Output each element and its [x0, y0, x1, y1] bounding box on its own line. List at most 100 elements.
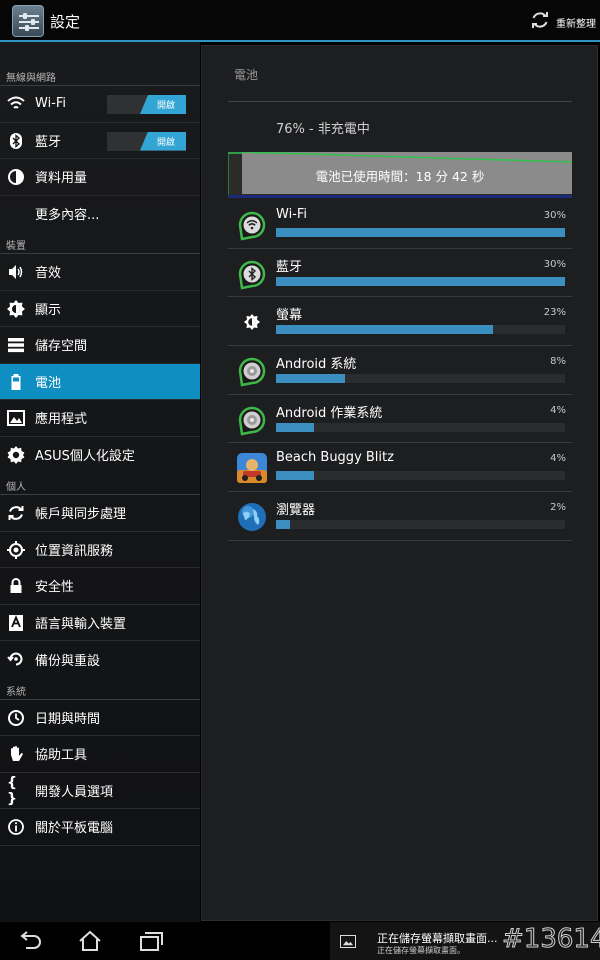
sidebar-item-accessibility[interactable]: 協助工具: [0, 736, 200, 773]
battery-status: 76% - 非充電中: [276, 122, 370, 137]
back-icon[interactable]: [17, 930, 43, 952]
battery-usage-list: Wi-Fi 30% 藍牙 30% 螢幕 23% Android 系統 8% An…: [228, 200, 572, 541]
section-header-system: 系統: [0, 682, 200, 700]
toggle-on-label: 開啟: [140, 95, 186, 114]
sidebar-item-apps[interactable]: 應用程式: [0, 400, 200, 437]
battery-icon: [11, 373, 21, 390]
usage-bar: [276, 520, 291, 530]
battery-history-graph[interactable]: 電池已使用時間：18 分 42 秒: [228, 152, 572, 198]
sidebar-item-developer-options[interactable]: { } 開發人員選項: [0, 773, 200, 809]
info-icon: [8, 819, 24, 835]
sidebar-item-about-tablet[interactable]: 關於平板電腦: [0, 809, 200, 846]
wifi-app-icon: [238, 211, 266, 241]
usage-app-name: 瀏覽器: [276, 503, 316, 519]
sidebar-item-display[interactable]: 顯示: [0, 291, 200, 327]
sidebar-item-label: 資料用量: [35, 171, 88, 187]
sidebar-item-battery[interactable]: 電池: [0, 363, 200, 400]
settings-app-icon[interactable]: [12, 5, 44, 37]
usage-bar: [276, 471, 314, 481]
sidebar-item-data-usage[interactable]: 資料用量: [0, 159, 200, 196]
sidebar-item-label: ASUS個人化設定: [35, 449, 135, 465]
battery-panel: 電池 76% - 非充電中 電池已使用時間：18 分 42 秒 Wi-Fi 30…: [201, 45, 598, 921]
section-header-wireless: 無線與網路: [0, 68, 200, 86]
usage-app-name: Android 作業系統: [276, 405, 383, 421]
usage-bar-track: [276, 374, 565, 384]
refresh-button[interactable]: 重新整理: [556, 15, 596, 30]
image-icon: [340, 935, 356, 948]
game-app-icon: [237, 453, 267, 484]
recent-apps-icon[interactable]: [138, 930, 164, 952]
sidebar-item-label: 應用程式: [35, 412, 88, 428]
notification-title: 正在儲存螢幕擷取畫面...: [377, 932, 498, 945]
usage-bar: [276, 325, 493, 335]
battery-usage-time: 電池已使用時間：18 分 42 秒: [315, 169, 485, 184]
usage-app-name: Beach Buggy Blitz: [276, 450, 394, 466]
usage-row-bluetooth[interactable]: 藍牙 30%: [228, 249, 572, 298]
sidebar-item-label: 儲存空間: [35, 339, 88, 355]
usage-percent: 4%: [550, 453, 566, 465]
usage-percent: 8%: [550, 356, 566, 368]
sidebar-item-accounts-sync[interactable]: 帳戶與同步處理: [0, 495, 200, 532]
usage-row-android-os[interactable]: Android 作業系統 4%: [228, 395, 572, 444]
lock-icon: [10, 578, 22, 593]
sidebar-item-security[interactable]: 安全性: [0, 568, 200, 605]
usage-row-wifi[interactable]: Wi-Fi 30%: [228, 200, 572, 249]
sidebar-item-label: 音效: [35, 266, 62, 282]
sidebar-item-label: 協助工具: [35, 748, 88, 764]
sidebar-item-wifi[interactable]: Wi-Fi 開啟: [0, 86, 200, 123]
usage-percent: 30%: [543, 258, 566, 270]
usage-row-screen[interactable]: 螢幕 23%: [228, 297, 572, 347]
sidebar-item-date-time[interactable]: 日期與時間: [0, 700, 200, 736]
wifi-icon: [7, 96, 25, 109]
sidebar-item-asus-customized[interactable]: ASUS個人化設定: [0, 437, 200, 474]
sidebar-item-label: 備份與重設: [35, 653, 101, 669]
usage-app-name: Wi-Fi: [276, 207, 308, 222]
android-system-icon: [238, 357, 266, 387]
sidebar-item-more[interactable]: 更多內容...: [0, 196, 200, 233]
usage-percent: 30%: [543, 210, 566, 221]
gear-icon: [7, 445, 25, 464]
backup-icon: [7, 652, 23, 666]
usage-row-browser[interactable]: 瀏覽器 2%: [228, 492, 572, 541]
sidebar-item-backup-reset[interactable]: 備份與重設: [0, 641, 200, 678]
sidebar-item-label: Wi-Fi: [35, 96, 67, 112]
sidebar-item-label: 帳戶與同步處理: [35, 507, 127, 523]
braces-icon: { }: [7, 774, 17, 807]
sidebar-item-label: 關於平板電腦: [35, 821, 114, 837]
sidebar-item-label: 顯示: [35, 302, 62, 318]
sidebar-item-sound[interactable]: 音效: [0, 254, 200, 291]
toggle-on-label: 開啟: [140, 131, 186, 151]
usage-bar-track: [276, 471, 565, 481]
screen-brightness-icon: [244, 314, 260, 331]
bluetooth-toggle[interactable]: 開啟: [107, 131, 186, 151]
sidebar-item-language-input[interactable]: 語言與輸入裝置: [0, 605, 200, 641]
sidebar-item-label: 位置資訊服務: [35, 543, 114, 559]
usage-percent: 2%: [550, 502, 566, 514]
location-icon: [7, 540, 25, 559]
usage-bar-track: [276, 422, 565, 432]
clock-icon: [8, 709, 24, 726]
wifi-toggle[interactable]: 開啟: [107, 95, 186, 114]
settings-sidebar: 無線與網路 Wi-Fi 開啟 藍牙 開啟 資料用量 更多內容... 裝置 音效 …: [0, 42, 200, 922]
sync-icon: [8, 506, 24, 520]
usage-row-android-system[interactable]: Android 系統 8%: [228, 346, 572, 395]
usage-bar: [276, 276, 565, 286]
sidebar-item-label: 更多內容...: [35, 208, 100, 224]
app-title: 設定: [50, 13, 81, 31]
usage-row-beach-buggy-blitz[interactable]: Beach Buggy Blitz 4%: [228, 443, 572, 493]
sidebar-item-label: 開發人員選項: [35, 784, 114, 800]
usage-app-name: Android 系統: [276, 357, 357, 373]
sidebar-item-label: 藍牙: [35, 134, 62, 150]
home-icon[interactable]: [77, 930, 103, 952]
storage-icon: [8, 338, 24, 353]
sidebar-item-storage[interactable]: 儲存空間: [0, 327, 200, 364]
refresh-icon[interactable]: [530, 10, 550, 30]
usage-percent: 4%: [550, 404, 566, 416]
sidebar-item-label: 電池: [35, 375, 62, 391]
display-icon: [7, 299, 25, 318]
screenshot-notification[interactable]: 正在儲存螢幕擷取畫面... 正在儲存螢幕擷取畫面。 #13614: [330, 922, 600, 960]
sidebar-item-label: 語言與輸入裝置: [35, 616, 127, 632]
sidebar-item-location[interactable]: 位置資訊服務: [0, 532, 200, 568]
notification-subtitle: 正在儲存螢幕擷取畫面。: [377, 946, 465, 955]
sidebar-item-bluetooth[interactable]: 藍牙 開啟: [0, 123, 200, 159]
